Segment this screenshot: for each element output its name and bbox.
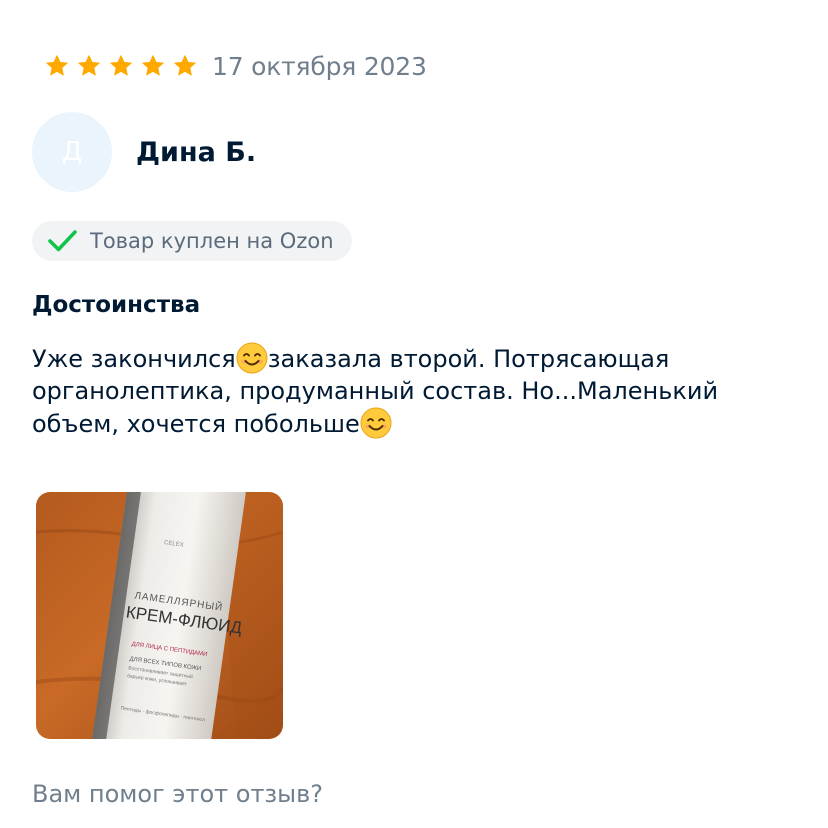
review-photo[interactable]: CELEX ЛАМЕЛЛЯРНЫЙ КРЕМ-ФЛЮИД ДЛЯ ЛИЦА С … (36, 492, 283, 739)
review-text: Уже закончился заказала второй. Потрясаю… (32, 342, 812, 440)
review-text-part: Уже закончился (32, 345, 236, 373)
helpful-question: Вам помог этот отзыв? (32, 780, 324, 808)
review-author: Д Дина Б. (32, 112, 256, 192)
star-icon (44, 53, 70, 79)
product-photo-icon: CELEX ЛАМЕЛЛЯРНЫЙ КРЕМ-ФЛЮИД ДЛЯ ЛИЦА С … (36, 492, 283, 739)
star-icon (108, 53, 134, 79)
avatar-initial: Д (61, 137, 83, 167)
star-icon (76, 53, 102, 79)
star-icon (172, 53, 198, 79)
rating-row: 17 октября 2023 (44, 48, 427, 84)
checkmark-icon (48, 230, 77, 252)
purchase-badge-label: Товар куплен на Ozon (90, 229, 334, 253)
avatar[interactable]: Д (32, 112, 112, 192)
author-name[interactable]: Дина Б. (136, 137, 256, 168)
rating-stars (44, 53, 198, 79)
star-icon (140, 53, 166, 79)
smiling-face-emoji-icon (360, 407, 392, 439)
review-date: 17 октября 2023 (212, 51, 427, 81)
purchase-badge: Товар куплен на Ozon (32, 221, 352, 261)
smiling-face-emoji-icon (236, 342, 268, 374)
section-title-pros: Достоинства (32, 292, 201, 318)
